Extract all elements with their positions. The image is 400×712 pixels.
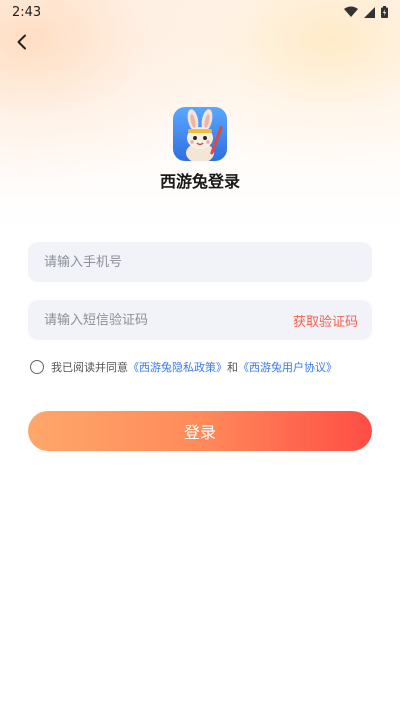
- sms-code-field[interactable]: 获取验证码: [28, 300, 372, 340]
- user-agreement-link[interactable]: 《西游兔用户协议》: [238, 359, 337, 375]
- wifi-icon: [344, 6, 358, 17]
- status-icons: [344, 6, 388, 18]
- chevron-left-icon: [17, 34, 26, 50]
- sms-code-input[interactable]: [42, 311, 293, 329]
- phone-input[interactable]: [42, 253, 358, 271]
- page-title: 西游兔登录: [159, 172, 240, 191]
- login-button-label: 登录: [183, 423, 216, 442]
- app-logo: [173, 107, 227, 161]
- login-screen: 2:43 西游兔登录 请输入手机号 请输入短信验证码 获取验证码 我已阅读并同意…: [0, 0, 400, 712]
- signal-icon: [364, 6, 375, 18]
- status-time: 2:43: [12, 4, 42, 20]
- rabbit-logo-icon: [173, 107, 227, 161]
- phone-field[interactable]: [28, 242, 372, 282]
- back-button[interactable]: [10, 30, 34, 54]
- agreement-checkbox[interactable]: [30, 360, 44, 374]
- get-code-button[interactable]: 获取验证码: [293, 311, 358, 330]
- battery-icon: [381, 6, 388, 18]
- agreement-connector: 和: [227, 361, 238, 374]
- agreement-row: 我已阅读并同意 《西游兔隐私政策》 和 《西游兔用户协议》: [30, 358, 370, 376]
- status-bar: 2:43: [0, 0, 400, 24]
- login-button[interactable]: 登录: [28, 411, 372, 451]
- privacy-policy-link[interactable]: 《西游兔隐私政策》: [128, 359, 227, 375]
- agreement-prefix: 我已阅读并同意: [51, 361, 128, 374]
